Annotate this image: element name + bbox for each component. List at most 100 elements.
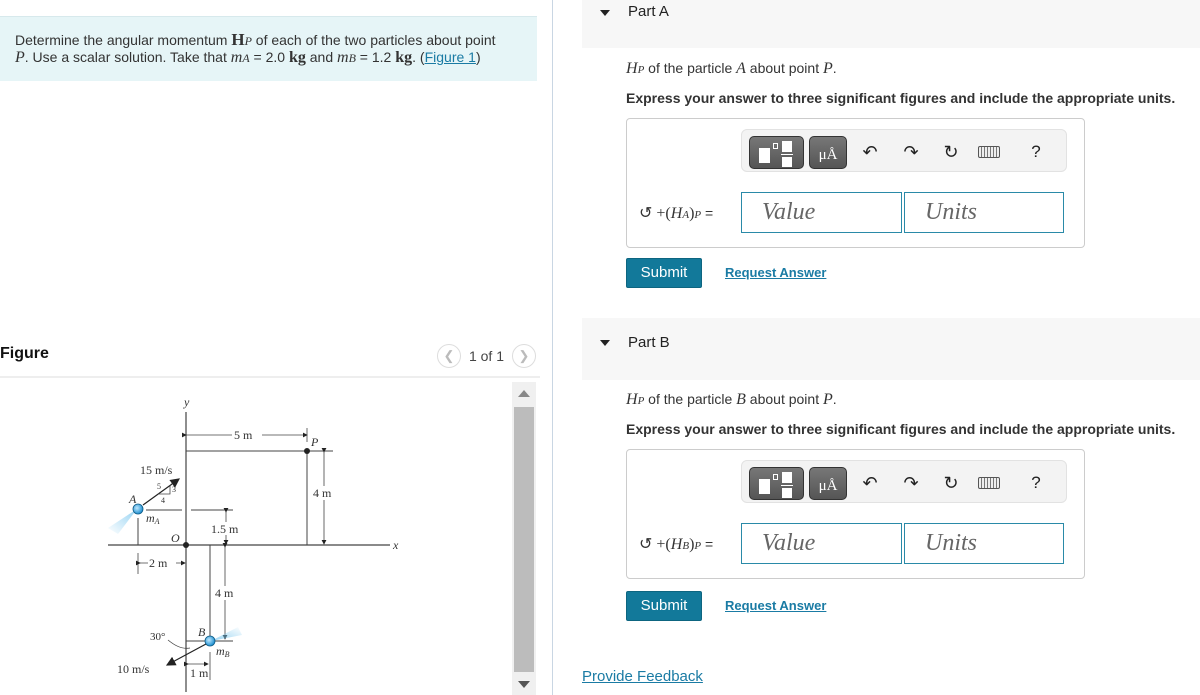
math-mA: m — [230, 49, 243, 66]
problem-text: ) — [475, 49, 481, 65]
part-b-header[interactable]: Part B — [582, 318, 1200, 380]
slope-3: 3 — [172, 485, 176, 494]
redo-icon[interactable]: ↷ — [899, 471, 923, 495]
units-input[interactable]: Units — [904, 523, 1064, 564]
slope-5: 5 — [157, 482, 161, 491]
keyboard-icon[interactable] — [978, 477, 1000, 489]
units-button[interactable]: μÅ — [809, 467, 847, 500]
equation-label: ↺ +(HA)P = — [639, 203, 713, 223]
question-text: about point — [745, 60, 823, 76]
particle-a-trail — [108, 509, 137, 534]
eq-prefix: ↺ +( — [639, 205, 671, 222]
math-toolbar: μÅ ↶ ↷ ↻ ? — [741, 460, 1067, 503]
dim-5m-label: 5 m — [234, 428, 253, 442]
math-P: P — [15, 49, 25, 66]
figure-pager: ❮ 1 of 1 ❯ — [436, 344, 536, 368]
question-text: of the particle — [644, 391, 737, 407]
equation-label: ↺ +(HB)P = — [639, 534, 713, 554]
particle-b-trail — [211, 627, 242, 641]
math-toolbar: μÅ ↶ ↷ ↻ ? — [741, 129, 1067, 172]
scroll-thumb[interactable] — [514, 407, 534, 672]
math-particle: B — [736, 391, 746, 408]
eq-H: H — [670, 205, 683, 222]
units-input[interactable]: Units — [904, 192, 1064, 233]
figure-image: y x O P 5 m 4 m 1.5 m A mA 15 m/s 5 3 4 … — [0, 380, 515, 695]
part-a-request-answer-link[interactable]: Request Answer — [725, 265, 826, 280]
particle-b — [204, 635, 216, 647]
template-exponent-icon — [773, 143, 778, 149]
scroll-up-icon[interactable] — [518, 390, 530, 397]
problem-text: of each of the two particles about point — [251, 32, 496, 48]
figure-link[interactable]: Figure 1 — [425, 49, 476, 65]
eq-equals: = — [701, 205, 714, 221]
part-b-title: Part B — [628, 334, 670, 351]
part-a-submit-button[interactable]: Submit — [626, 258, 702, 288]
problem-statement: Determine the angular momentum HP of eac… — [0, 16, 537, 81]
dim-4m-right-label: 4 m — [313, 486, 332, 500]
fraction-bottom-icon — [782, 488, 792, 498]
figure-scrollbar[interactable] — [512, 382, 536, 695]
undo-icon[interactable]: ↶ — [858, 471, 882, 495]
fraction-bottom-icon — [782, 157, 792, 167]
eq-prefix: ↺ +( — [639, 536, 671, 553]
reset-icon[interactable]: ↻ — [939, 140, 963, 164]
value-input[interactable]: Value — [741, 192, 902, 233]
mass-a-value: = 2.0 — [249, 49, 289, 65]
problem-text: . ( — [412, 49, 425, 65]
chevron-right-icon[interactable]: ❯ — [512, 344, 536, 368]
eq-H: H — [670, 536, 683, 553]
fraction-line-icon — [781, 154, 793, 155]
caret-down-icon — [600, 340, 610, 346]
part-a-header[interactable]: Part A — [582, 0, 1200, 48]
math-point: P — [822, 391, 833, 408]
help-icon[interactable]: ? — [1024, 471, 1048, 495]
math-H: H — [626, 60, 638, 77]
fraction-top-icon — [782, 472, 792, 483]
chevron-left-icon[interactable]: ❮ — [436, 344, 461, 368]
origin-label: O — [171, 531, 180, 545]
help-icon[interactable]: ? — [1024, 140, 1048, 164]
scroll-down-icon[interactable] — [518, 681, 530, 688]
provide-feedback-link[interactable]: Provide Feedback — [582, 668, 703, 685]
part-a-question: HP of the particle A about point P. — [626, 60, 837, 78]
angle-label: 30° — [150, 631, 165, 643]
dim-1-5m-label: 1.5 m — [211, 522, 239, 536]
mass-b-label: mB — [216, 644, 230, 659]
problem-text: and — [305, 49, 338, 65]
particle-a-label: A — [128, 492, 137, 506]
value-input[interactable]: Value — [741, 523, 902, 564]
math-sub: A — [242, 51, 250, 65]
part-b-question: HP of the particle B about point P. — [626, 391, 837, 409]
part-b-submit-button[interactable]: Submit — [626, 591, 702, 621]
question-text: about point — [745, 391, 823, 407]
keyboard-icon[interactable] — [978, 146, 1000, 158]
y-axis-label: y — [183, 395, 190, 409]
problem-text: Determine the angular momentum — [15, 32, 232, 48]
template-exponent-icon — [773, 474, 778, 480]
dim-4m-lower-label: 4 m — [215, 586, 234, 600]
math-point: P — [822, 60, 833, 77]
question-text: . — [832, 60, 837, 76]
undo-icon[interactable]: ↶ — [858, 140, 882, 164]
pager-text: 1 of 1 — [468, 348, 504, 364]
units-button[interactable]: μÅ — [809, 136, 847, 169]
slope-4: 4 — [161, 496, 165, 505]
math-mB: m — [337, 49, 349, 66]
figure-title: Figure — [0, 345, 49, 362]
figure-header: Figure ❮ 1 of 1 ❯ — [0, 340, 540, 378]
part-b-request-answer-link[interactable]: Request Answer — [725, 598, 826, 613]
templates-button[interactable] — [749, 467, 804, 500]
origin-point — [183, 542, 189, 548]
dim-1m-label: 1 m — [190, 666, 209, 680]
question-text: . — [832, 391, 837, 407]
figure-diagram: y x O P 5 m 4 m 1.5 m A mA 15 m/s 5 3 4 … — [108, 395, 399, 692]
math-H: H — [626, 391, 638, 408]
mass-a-label: mA — [146, 511, 160, 526]
x-axis-label: x — [392, 538, 399, 552]
fraction-line-icon — [781, 485, 793, 486]
redo-icon[interactable]: ↷ — [899, 140, 923, 164]
part-a-title: Part A — [628, 3, 669, 20]
templates-button[interactable] — [749, 136, 804, 169]
reset-icon[interactable]: ↻ — [939, 471, 963, 495]
mass-b-value: = 1.2 — [355, 49, 396, 65]
